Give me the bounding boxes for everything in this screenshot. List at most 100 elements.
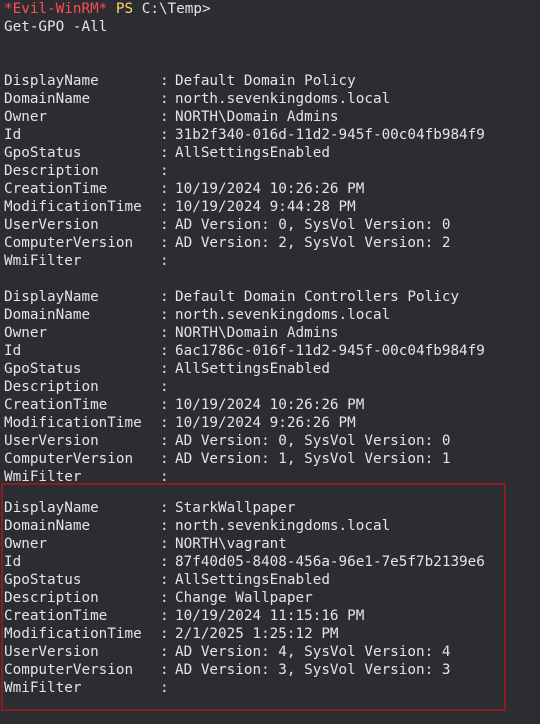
field-key: UserVersion xyxy=(4,217,99,233)
field-key: Id xyxy=(4,127,22,143)
field-value xyxy=(175,468,540,481)
gpo-field-row: Id:31b2f340-016d-11d2-945f-00c04fb984f9 xyxy=(4,126,540,144)
gpo-field-row: DisplayName: Default Domain Controllers P… xyxy=(4,288,540,306)
prompt-host: *Evil-WinRM* xyxy=(4,1,108,17)
field-separator: : xyxy=(160,662,169,678)
field-separator: : xyxy=(160,608,169,624)
field-value xyxy=(175,378,540,396)
gpo-field-row: GpoStatus: AllSettingsEnabled xyxy=(4,360,540,378)
field-separator: : xyxy=(160,109,169,125)
field-separator: : xyxy=(160,145,169,161)
gpo-field-row: UserVersion: AD Version: 4, SysVol Versio… xyxy=(4,643,540,661)
field-value: NORTH\vagrant xyxy=(175,536,287,552)
gpo-record: DisplayName: StarkWallpaper DomainName: nor… xyxy=(4,499,540,697)
field-value: 10/19/2024 10:26:26 PM xyxy=(175,397,365,413)
field-separator: : xyxy=(160,73,169,89)
field-value: 6ac1786c-016f-11d2-945f-00c04fb984f9 xyxy=(175,343,485,359)
gpo-field-row: CreationTime:10/19/2024 11:15:16 PM xyxy=(4,607,540,625)
field-separator: : xyxy=(160,199,169,215)
field-value: 87f40d05-8408-456a-96e1-7e5f7b2139e6 xyxy=(175,554,485,570)
field-key: GpoStatus xyxy=(4,145,82,161)
field-separator: : xyxy=(160,572,169,588)
field-separator: : xyxy=(160,217,169,233)
field-value xyxy=(175,162,540,180)
terminal-window[interactable]: { "prompt": { "host": "*Evil-WinRM*", "p… xyxy=(0,0,540,724)
field-key: Description xyxy=(4,590,99,606)
field-separator: : xyxy=(160,590,169,606)
field-value: NORTH\Domain Admins xyxy=(175,325,339,341)
gpo-list: DisplayName: Default Domain Policy DomainN… xyxy=(4,72,540,697)
field-value xyxy=(175,252,540,270)
gpo-field-row: ModificationTime:10/19/2024 9:26:26 PM xyxy=(4,414,540,432)
field-separator: : xyxy=(160,343,169,359)
field-separator: : xyxy=(160,433,169,449)
field-key: CreationTime xyxy=(4,181,108,197)
gpo-field-row: Owner: NORTH\Domain Admins xyxy=(4,324,540,342)
field-value: Default Domain Policy xyxy=(175,73,356,89)
field-key: DomainName xyxy=(4,307,91,323)
gpo-field-row: WmiFilter: xyxy=(4,468,540,481)
gpo-record: DisplayName: Default Domain Policy DomainN… xyxy=(4,72,540,270)
field-separator: : xyxy=(160,644,169,660)
field-separator: : xyxy=(160,163,169,179)
terminal-output[interactable]: *Evil-WinRM* PS C:\Temp> Get-GPO -All Di… xyxy=(4,0,540,724)
field-key: ModificationTime xyxy=(4,626,142,642)
field-key: Owner xyxy=(4,109,48,125)
field-value: AllSettingsEnabled xyxy=(175,572,330,588)
field-separator: : xyxy=(160,626,169,642)
field-value: StarkWallpaper xyxy=(175,500,296,516)
field-value: AllSettingsEnabled xyxy=(175,361,330,377)
prompt-ps: PS xyxy=(115,1,134,17)
field-key: UserVersion xyxy=(4,644,99,660)
command-line: Get-GPO -All xyxy=(4,19,108,35)
field-key: Description xyxy=(4,163,99,179)
field-key: Owner xyxy=(4,325,48,341)
field-separator: : xyxy=(160,253,169,269)
field-separator: : xyxy=(160,379,169,395)
field-separator: : xyxy=(160,91,169,107)
field-value: AD Version: 0, SysVol Version: 0 xyxy=(175,433,451,449)
field-value: 10/19/2024 9:26:26 PM xyxy=(175,415,356,431)
gpo-field-row: Description: Change Wallpaper xyxy=(4,589,540,607)
field-value: Change Wallpaper xyxy=(175,590,313,606)
field-value: AD Version: 1, SysVol Version: 1 xyxy=(175,451,451,467)
field-key: WmiFilter xyxy=(4,469,82,481)
field-separator: : xyxy=(160,289,169,305)
gpo-field-row: DomainName: north.sevenkingdoms.local xyxy=(4,306,540,324)
field-value: AD Version: 0, SysVol Version: 0 xyxy=(175,217,451,233)
field-separator: : xyxy=(160,307,169,323)
field-value: 31b2f340-016d-11d2-945f-00c04fb984f9 xyxy=(175,127,485,143)
gpo-field-row: DisplayName: Default Domain Policy xyxy=(4,72,540,90)
field-key: Id xyxy=(4,343,22,359)
field-separator: : xyxy=(160,127,169,143)
field-separator: : xyxy=(160,500,169,516)
field-key: GpoStatus xyxy=(4,361,82,377)
gpo-field-row: ComputerVersion: AD Version: 2, SysVol Ve… xyxy=(4,234,540,252)
field-value xyxy=(175,679,540,697)
field-value: AD Version: 4, SysVol Version: 4 xyxy=(175,644,451,660)
field-key: DomainName xyxy=(4,518,91,534)
gpo-field-row: ModificationTime:2/1/2025 1:25:12 PM xyxy=(4,625,540,643)
gpo-field-row: Id:87f40d05-8408-456a-96e1-7e5f7b2139e6 xyxy=(4,553,540,571)
field-key: Description xyxy=(4,379,99,395)
field-separator: : xyxy=(160,181,169,197)
field-value: Default Domain Controllers Policy xyxy=(175,289,460,305)
field-value: AllSettingsEnabled xyxy=(175,145,330,161)
field-key: DisplayName xyxy=(4,289,99,305)
field-key: ComputerVersion xyxy=(4,662,134,678)
field-key: CreationTime xyxy=(4,608,108,624)
field-key: UserVersion xyxy=(4,433,99,449)
field-value: 10/19/2024 9:44:28 PM xyxy=(175,199,356,215)
field-key: DisplayName xyxy=(4,500,99,516)
field-separator: : xyxy=(160,235,169,251)
gpo-field-row: GpoStatus: AllSettingsEnabled xyxy=(4,571,540,589)
field-value: north.sevenkingdoms.local xyxy=(175,518,391,534)
field-separator: : xyxy=(160,415,169,431)
gpo-field-row: DisplayName: StarkWallpaper xyxy=(4,499,540,517)
gpo-field-row: ModificationTime:10/19/2024 9:44:28 PM xyxy=(4,198,540,216)
field-value: AD Version: 2, SysVol Version: 2 xyxy=(175,235,451,251)
field-key: ComputerVersion xyxy=(4,451,134,467)
field-key: ModificationTime xyxy=(4,415,142,431)
